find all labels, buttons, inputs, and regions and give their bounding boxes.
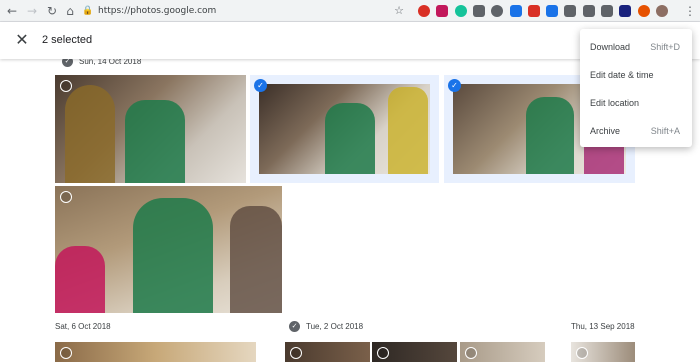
select-circle-icon[interactable]	[60, 80, 72, 92]
select-circle-icon[interactable]	[60, 191, 72, 203]
date-group-header[interactable]: Sat, 6 Oct 2018	[55, 322, 111, 331]
select-circle-icon[interactable]	[290, 347, 302, 359]
photo-thumbnail[interactable]	[55, 342, 256, 362]
date-group-header[interactable]: Thu, 13 Sep 2018	[571, 322, 635, 331]
back-icon[interactable]: ←	[4, 3, 20, 19]
bing-icon[interactable]	[546, 5, 559, 17]
flame-icon[interactable]	[637, 5, 650, 17]
clip-icon[interactable]	[509, 5, 522, 17]
menu-item-edit-location[interactable]: Edit location	[580, 89, 692, 117]
menu-item-label: Download	[590, 42, 631, 52]
group-check-icon[interactable]: ✓	[289, 321, 300, 332]
select-circle-icon[interactable]	[465, 347, 477, 359]
date-label: Sat, 6 Oct 2018	[55, 322, 111, 331]
browser-toolbar: ← → ↻ ⌂ 🔒 https://photos.google.com ☆ ⋮	[0, 0, 700, 22]
selection-count: 2 selected	[42, 34, 93, 46]
address-bar[interactable]: 🔒 https://photos.google.com	[82, 3, 408, 19]
select-circle-icon[interactable]	[576, 347, 588, 359]
date-group-header[interactable]: ✓ Tue, 2 Oct 2018	[289, 321, 363, 332]
bookmark-star-icon[interactable]: ☆	[392, 3, 406, 19]
lock-icon: 🔒	[82, 6, 94, 16]
opera-icon[interactable]	[418, 5, 430, 17]
menu-item-label: Edit date & time	[590, 70, 654, 80]
selected-check-icon[interactable]: ✓	[254, 79, 267, 92]
reload-icon[interactable]: ↻	[44, 3, 60, 19]
photo-thumbnail[interactable]	[372, 342, 457, 362]
select-circle-icon[interactable]	[60, 347, 72, 359]
photo-thumbnail[interactable]	[571, 342, 635, 362]
menu-item-label: Edit location	[590, 98, 640, 108]
todo-icon[interactable]	[619, 5, 632, 17]
photo-thumbnail[interactable]	[460, 342, 545, 362]
browser-menu-icon[interactable]: ⋮	[684, 3, 696, 19]
photo-thumbnail[interactable]: ✓	[250, 75, 439, 183]
menu-item-edit-date-time[interactable]: Edit date & time	[580, 61, 692, 89]
date-label: Tue, 2 Oct 2018	[306, 322, 364, 331]
menu-item-label: Archive	[590, 126, 621, 136]
menu-item-shortcut: Shift+A	[650, 126, 680, 136]
pocket-icon[interactable]	[472, 5, 485, 17]
menu-item-archive[interactable]: Archive Shift+A	[580, 117, 692, 145]
photo-icon[interactable]	[601, 5, 613, 17]
select-circle-icon[interactable]	[377, 347, 389, 359]
url-text: https://photos.google.com	[98, 6, 217, 16]
selected-check-icon[interactable]: ✓	[448, 79, 461, 92]
photo-thumbnail[interactable]	[55, 186, 282, 313]
more-options-menu: Download Shift+D Edit date & time Edit l…	[580, 29, 692, 147]
red-square-icon[interactable]	[527, 5, 540, 17]
photo-thumbnail[interactable]	[285, 342, 370, 362]
date-label: Thu, 13 Sep 2018	[571, 322, 635, 331]
grammarly-icon[interactable]	[454, 5, 467, 17]
shield-icon[interactable]	[564, 5, 577, 17]
photo-thumbnail[interactable]	[55, 75, 246, 183]
feedly-icon[interactable]	[436, 5, 449, 17]
close-icon[interactable]: ✕	[12, 30, 32, 50]
forward-icon[interactable]: →	[24, 3, 40, 19]
home-icon[interactable]: ⌂	[62, 3, 78, 19]
menu-item-download[interactable]: Download Shift+D	[580, 33, 692, 61]
menu-item-shortcut: Shift+D	[650, 42, 680, 52]
kahoot-icon[interactable]	[582, 5, 595, 17]
profile-avatar[interactable]	[655, 5, 668, 17]
speed-icon[interactable]	[491, 5, 504, 17]
